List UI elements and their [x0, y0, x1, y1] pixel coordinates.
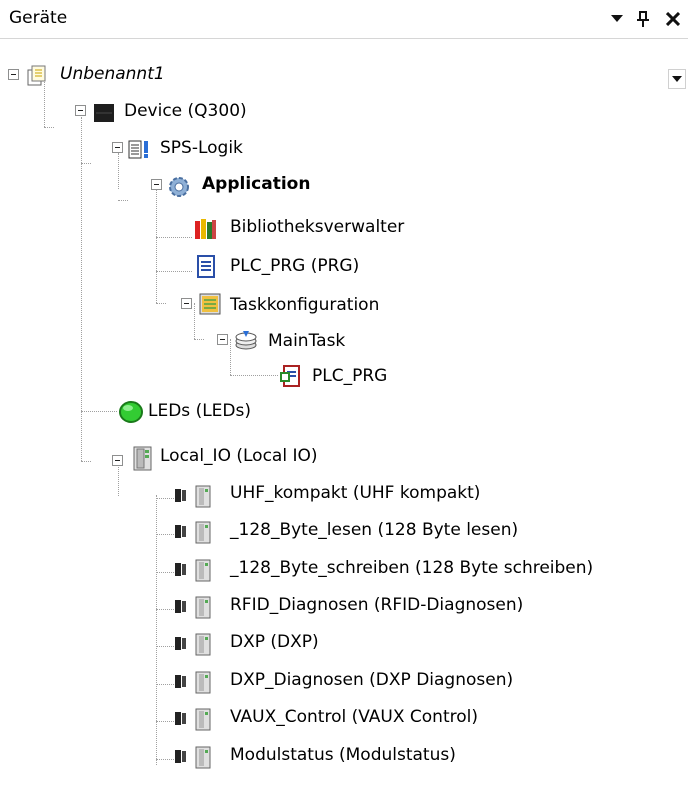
- tree-item-io-submodule[interactable]: DXP_Diagnosen (DXP Diagnosen): [0, 666, 650, 702]
- close-icon[interactable]: [660, 5, 686, 33]
- program-document-icon: [195, 255, 217, 278]
- collapse-toggle[interactable]: [8, 69, 19, 80]
- io-submodule-icon: [174, 707, 211, 731]
- io-submodule-icon: [174, 484, 211, 508]
- tree-item-taskkonfiguration[interactable]: Taskkonfiguration: [0, 287, 650, 323]
- tree-item-label: _128_Byte_schreiben (128 Byte schreiben): [230, 558, 594, 578]
- project-file-icon: [25, 65, 47, 87]
- tree-item-io-submodule[interactable]: UHF_kompakt (UHF kompakt): [0, 480, 650, 516]
- collapse-toggle[interactable]: [217, 334, 228, 345]
- tree-item-leds[interactable]: LEDs (LEDs): [0, 395, 650, 431]
- led-green-icon: [119, 400, 143, 423]
- tree-item-label: Local_IO (Local IO): [160, 446, 318, 466]
- io-submodule-icon: [174, 632, 211, 656]
- tree-item-application[interactable]: Application: [0, 167, 650, 203]
- tree-item-sps-logik[interactable]: SPS-Logik: [0, 131, 650, 167]
- collapse-toggle[interactable]: [112, 142, 123, 153]
- collapse-toggle[interactable]: [112, 455, 123, 466]
- io-submodule-icon: [174, 745, 211, 769]
- tree-item-label: _128_Byte_lesen (128 Byte lesen): [230, 520, 519, 540]
- tree-item-bibliotheksverwalter[interactable]: Bibliotheksverwalter: [0, 215, 650, 251]
- io-module-icon: [131, 446, 153, 471]
- device-tree: Unbenannt1 Device (Q300) SPS-Logik Appli…: [0, 39, 688, 787]
- tree-item-label: Application: [202, 174, 311, 194]
- tree-item-label: MainTask: [268, 331, 346, 351]
- tree-item-project[interactable]: Unbenannt1: [0, 57, 650, 93]
- tree-item-io-submodule[interactable]: VAUX_Control (VAUX Control): [0, 703, 650, 739]
- panel-title: Geräte: [9, 8, 68, 28]
- dropdown-arrow-icon[interactable]: [604, 5, 630, 33]
- panel-header: Geräte: [0, 0, 688, 39]
- io-submodule-icon: [174, 670, 211, 694]
- tree-item-label: VAUX_Control (VAUX Control): [230, 707, 478, 727]
- collapse-toggle[interactable]: [181, 298, 192, 309]
- collapse-toggle[interactable]: [75, 105, 86, 116]
- tree-item-io-submodule[interactable]: _128_Byte_lesen (128 Byte lesen): [0, 516, 650, 552]
- tree-item-local-io[interactable]: Local_IO (Local IO): [0, 443, 650, 479]
- tree-item-label: LEDs (LEDs): [148, 401, 251, 421]
- tree-item-plc-prg-call[interactable]: PLC_PRG: [0, 363, 650, 399]
- main-task-icon: [234, 329, 257, 351]
- tree-item-plc-prg[interactable]: PLC_PRG (PRG): [0, 252, 650, 288]
- io-submodule-icon: [174, 595, 211, 619]
- tree-item-label: Unbenannt1: [60, 64, 165, 84]
- io-submodule-icon: [174, 520, 211, 544]
- tree-item-label: SPS-Logik: [160, 138, 243, 158]
- io-submodule-icon: [174, 558, 211, 582]
- tree-item-label: Device (Q300): [124, 101, 247, 121]
- tree-item-label: Modulstatus (Modulstatus): [230, 745, 456, 765]
- tree-item-label: Taskkonfiguration: [230, 295, 380, 315]
- task-configuration-icon: [198, 292, 221, 315]
- tree-item-maintask[interactable]: MainTask: [0, 325, 650, 361]
- device-icon: [93, 102, 115, 124]
- pin-icon[interactable]: [630, 5, 656, 33]
- tree-item-label: RFID_Diagnosen (RFID-Diagnosen): [230, 595, 524, 615]
- application-gear-icon: [167, 175, 189, 197]
- tree-item-label: PLC_PRG (PRG): [230, 256, 360, 276]
- collapse-toggle[interactable]: [151, 179, 162, 190]
- tree-item-io-submodule[interactable]: DXP (DXP): [0, 628, 650, 664]
- library-manager-icon: [193, 217, 216, 239]
- tree-item-label: DXP_Diagnosen (DXP Diagnosen): [230, 670, 514, 690]
- tree-item-label: PLC_PRG: [312, 366, 388, 386]
- tree-item-label: Bibliotheksverwalter: [230, 217, 405, 237]
- program-call-icon: [280, 365, 302, 387]
- tree-item-io-submodule[interactable]: _128_Byte_schreiben (128 Byte schreiben): [0, 554, 650, 590]
- tree-item-label: DXP (DXP): [230, 632, 319, 652]
- tree-item-label: UHF_kompakt (UHF kompakt): [230, 483, 481, 503]
- plc-logic-icon: [128, 139, 150, 161]
- tree-item-io-submodule[interactable]: Modulstatus (Modulstatus): [0, 741, 650, 777]
- tree-item-device[interactable]: Device (Q300): [0, 94, 650, 130]
- tree-item-io-submodule[interactable]: RFID_Diagnosen (RFID-Diagnosen): [0, 591, 650, 627]
